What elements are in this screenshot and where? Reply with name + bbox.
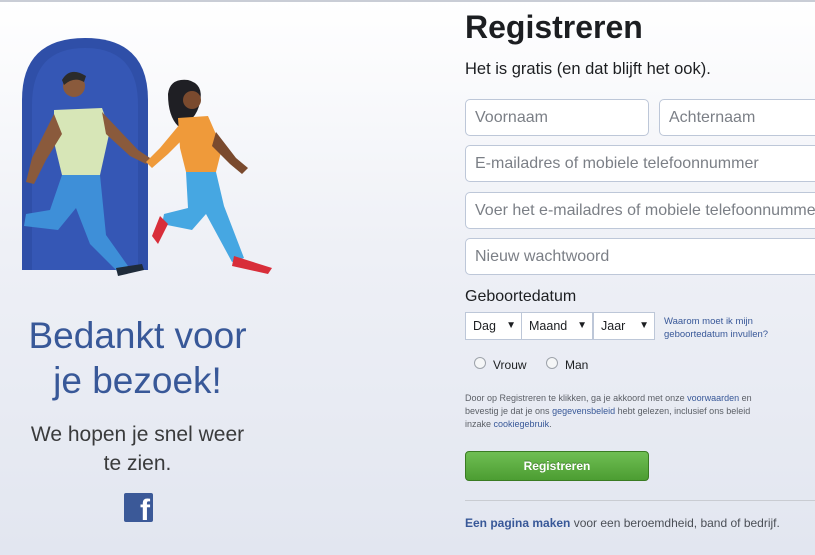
- chevron-down-icon: ▼: [639, 320, 649, 331]
- register-button[interactable]: Registreren: [465, 451, 649, 481]
- chevron-down-icon: ▼: [577, 320, 587, 331]
- radio-button-icon[interactable]: [474, 357, 486, 369]
- chevron-down-icon: ▼: [506, 320, 516, 331]
- email-confirm-input[interactable]: [465, 192, 815, 229]
- cookie-policy-link[interactable]: cookiegebruik: [494, 419, 550, 429]
- thanks-heading-line1: Bedankt voor: [28, 315, 247, 356]
- page-subtitle: Het is gratis (en dat blijft het ook).: [465, 60, 711, 78]
- terms-text-part4: .: [549, 419, 552, 429]
- facebook-logo-glyph: f: [140, 494, 150, 523]
- first-name-input[interactable]: [465, 99, 649, 136]
- page-title: Registreren: [465, 9, 643, 45]
- gender-male-option[interactable]: Man: [546, 357, 589, 372]
- illustration-people-doorway: [22, 38, 272, 276]
- day-select-value: Dag: [473, 319, 496, 333]
- last-name-input[interactable]: [659, 99, 815, 136]
- top-border: [0, 0, 815, 2]
- email-input[interactable]: [465, 145, 815, 182]
- year-select-value: Jaar: [601, 319, 626, 333]
- thanks-subheading-line2: te zien.: [103, 452, 172, 475]
- terms-link[interactable]: voorwaarden: [687, 393, 739, 403]
- thanks-heading-line2: je bezoek!: [53, 360, 222, 401]
- data-policy-link[interactable]: gegevensbeleid: [552, 406, 615, 416]
- thanks-subheading: We hopen je snel weer te zien.: [0, 420, 275, 478]
- gender-male-label: Man: [565, 358, 589, 372]
- gender-female-option[interactable]: Vrouw: [474, 357, 527, 372]
- gender-female-label: Vrouw: [493, 358, 527, 372]
- terms-text-part1: Door op Registreren te klikken, ga je ak…: [465, 393, 688, 403]
- woman-figure: [146, 79, 272, 274]
- birthday-label: Geboortedatum: [465, 288, 577, 305]
- radio-button-icon[interactable]: [546, 357, 558, 369]
- month-select-value: Maand: [529, 319, 568, 333]
- birthday-month-select[interactable]: Maand ▼: [521, 312, 593, 340]
- birthday-day-select[interactable]: Dag ▼: [465, 312, 522, 340]
- thanks-subheading-line1: We hopen je snel weer: [30, 423, 245, 446]
- facebook-logo-icon[interactable]: f: [124, 493, 153, 522]
- create-page-link[interactable]: Een pagina maken: [465, 516, 570, 530]
- create-page-line: Een pagina maken voor een beroemdheid, b…: [465, 516, 780, 530]
- birthday-year-select[interactable]: Jaar ▼: [593, 312, 655, 340]
- terms-text: Door op Registreren te klikken, ga je ak…: [465, 392, 765, 431]
- thanks-heading: Bedankt voor je bezoek!: [0, 313, 275, 403]
- password-input[interactable]: [465, 238, 815, 275]
- why-birthday-link[interactable]: Waarom moet ik mijn geboortedatum invull…: [664, 315, 814, 341]
- create-page-text: voor een beroemdheid, band of bedrijf.: [570, 516, 780, 530]
- divider: [465, 500, 815, 501]
